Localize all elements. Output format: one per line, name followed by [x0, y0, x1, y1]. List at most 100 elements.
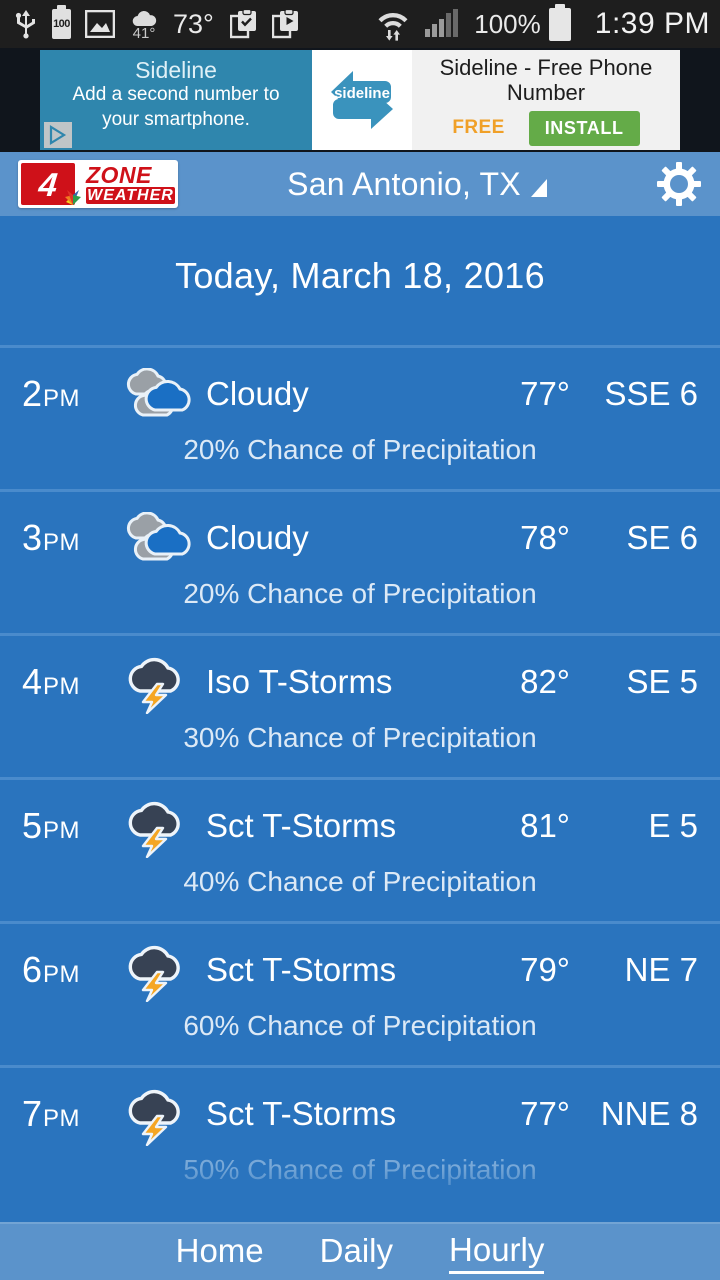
- hour-condition: Iso T-Storms: [206, 663, 393, 700]
- hour-wind: NE 7: [624, 951, 698, 988]
- station-logo[interactable]: 4 ZONE WEATHER: [18, 160, 178, 208]
- hour-time: 5 PM: [22, 805, 118, 847]
- cloudy-icon: [118, 368, 198, 420]
- hour-time: 3 PM: [22, 517, 118, 559]
- hourly-row-main: 2 PM Cloudy 77° SSE 6: [0, 348, 720, 440]
- hour-time-ampm: PM: [43, 673, 80, 700]
- hourly-row-main: 5 PM Sct T-Storms 81° E 5: [0, 780, 720, 872]
- hour-time-value: 3: [22, 517, 43, 558]
- hour-time: 2 PM: [22, 373, 118, 415]
- nav-item-home[interactable]: Home: [176, 1232, 264, 1272]
- logo-zone-text: ZONE: [86, 161, 152, 188]
- ad-info-panel[interactable]: Sideline - Free Phone Number FREE INSTAL…: [412, 50, 680, 150]
- hour-time: 6 PM: [22, 949, 118, 991]
- hour-time-ampm: PM: [43, 1105, 80, 1132]
- hourly-row-main: 4 PM Iso T-Storms 82° SE 5: [0, 636, 720, 728]
- status-clock: 1:39 PM: [594, 7, 710, 40]
- hour-time-value: 4: [22, 661, 43, 702]
- dropdown-caret-icon: [530, 179, 547, 197]
- hour-condition: Sct T-Storms: [206, 807, 397, 844]
- ad-brand-name: Sideline: [135, 57, 217, 83]
- hour-precipitation: 60% Chance of Precipitation: [183, 1010, 537, 1041]
- hour-temperature: 77°: [520, 375, 570, 412]
- hour-temperature: 78°: [520, 519, 570, 556]
- hour-condition: Sct T-Storms: [206, 951, 397, 988]
- hour-temperature: 81°: [520, 807, 570, 844]
- hourly-row[interactable]: 3 PM Cloudy 78° SE 6 20% Chance of Precipita…: [0, 489, 720, 633]
- hour-temperature: 77°: [520, 1095, 570, 1132]
- hour-wind: SSE 6: [604, 375, 698, 412]
- nbc-peacock-icon: [65, 190, 81, 205]
- hour-time-ampm: PM: [43, 529, 80, 556]
- hour-condition: Sct T-Storms: [206, 1095, 397, 1132]
- thunderstorm-icon: [128, 801, 180, 858]
- svg-text:sideline: sideline: [334, 85, 390, 102]
- cloudy-icon: [118, 512, 198, 564]
- widget-temp-value: 41: [132, 24, 150, 42]
- ad-tagline-line2: your smartphone.: [102, 109, 250, 130]
- hour-precipitation: 40% Chance of Precipitation: [183, 866, 537, 897]
- cloudy-icon: [126, 368, 191, 417]
- hour-precipitation: 30% Chance of Precipitation: [183, 722, 537, 753]
- hour-wind: E 5: [648, 807, 698, 844]
- battery-percent-text: 100%: [474, 8, 541, 39]
- hourly-row[interactable]: 4 PM Iso T-Storms 82° SE 5 30% Chance of Pre…: [0, 633, 720, 777]
- widget-degree: °: [149, 24, 156, 42]
- hour-time-value: 6: [22, 949, 43, 990]
- thunderstorm-icon: [118, 650, 198, 714]
- channel-number-badge: 4: [21, 163, 81, 205]
- battery-100-icon: 100: [52, 5, 71, 39]
- hourly-row-main: 7 PM Sct T-Storms 77° NNE 8: [0, 1068, 720, 1160]
- gear-icon: [657, 162, 701, 206]
- thunderstorm-icon: [118, 1082, 198, 1146]
- hour-wind: SE 6: [626, 519, 698, 556]
- ad-app-icon: sideline: [320, 58, 404, 142]
- hour-condition: Cloudy: [206, 375, 309, 412]
- ad-creative-panel[interactable]: Sideline Add a second number to your sma…: [40, 50, 312, 150]
- channel-number: 4: [36, 165, 60, 203]
- clipboard-play-icon: [271, 9, 300, 39]
- wifi-data-icon: [375, 7, 411, 41]
- city-selector[interactable]: San Antonio, TX: [178, 166, 656, 203]
- bottom-navigation: Home Daily Hourly: [0, 1222, 720, 1280]
- cloudy-icon: [126, 512, 191, 561]
- android-status-bar: 100 41° 73° 100% 1:39 PM: [0, 0, 720, 48]
- thunderstorm-icon: [128, 1089, 180, 1146]
- ad-banner-container: Sideline Add a second number to your sma…: [0, 48, 720, 152]
- hourly-forecast-list[interactable]: 2 PM Cloudy 77° SSE 6 20% Chance of Precipit…: [0, 345, 720, 1222]
- adchoices-icon[interactable]: [44, 122, 72, 148]
- nav-item-daily[interactable]: Daily: [320, 1232, 393, 1272]
- ad-app-icon-panel[interactable]: sideline: [312, 50, 412, 150]
- hour-time-value: 5: [22, 805, 43, 846]
- date-header: Today, March 18, 2016: [0, 216, 720, 335]
- app-header-bar: 4 ZONE WEATHER San Antonio, TX: [0, 152, 720, 216]
- hour-time: 4 PM: [22, 661, 118, 703]
- hour-time-ampm: PM: [43, 385, 80, 412]
- hourly-row[interactable]: 6 PM Sct T-Storms 79° NE 7 60% Chance of Pre…: [0, 921, 720, 1065]
- hour-wind: NNE 8: [600, 1095, 698, 1132]
- thunderstorm-icon: [128, 945, 180, 1002]
- image-icon: [85, 10, 115, 38]
- hour-time-ampm: PM: [43, 961, 80, 988]
- hourly-row-main: 3 PM Cloudy 78° SE 6: [0, 492, 720, 584]
- ad-install-button[interactable]: INSTALL: [528, 110, 640, 146]
- ad-action-row: FREE INSTALL: [452, 110, 640, 146]
- ad-banner[interactable]: Sideline Add a second number to your sma…: [40, 50, 680, 150]
- cell-signal-icon: [425, 9, 459, 37]
- hour-time: 7 PM: [22, 1093, 118, 1135]
- settings-button[interactable]: [656, 161, 702, 207]
- hour-condition: Cloudy: [206, 519, 309, 556]
- hour-temperature: 79°: [520, 951, 570, 988]
- hour-precipitation: 20% Chance of Precipitation: [183, 434, 537, 465]
- usb-icon: [14, 8, 38, 40]
- logo-wordmark: ZONE WEATHER: [86, 161, 175, 204]
- nav-item-hourly[interactable]: Hourly: [449, 1231, 545, 1274]
- weather-app-screen: 100 41° 73° 100% 1:39 PM Sideline Add a …: [0, 0, 720, 1280]
- battery-icon: [548, 3, 571, 41]
- hourly-row[interactable]: 5 PM Sct T-Storms 81° E 5 40% Chance of Prec…: [0, 777, 720, 921]
- status-temperature: 73°: [173, 8, 214, 39]
- ad-price-label: FREE: [452, 117, 505, 138]
- city-name: San Antonio, TX: [287, 165, 521, 202]
- hourly-row[interactable]: 2 PM Cloudy 77° SSE 6 20% Chance of Precipit…: [0, 345, 720, 489]
- weather-widget-icon: 41°: [129, 10, 159, 42]
